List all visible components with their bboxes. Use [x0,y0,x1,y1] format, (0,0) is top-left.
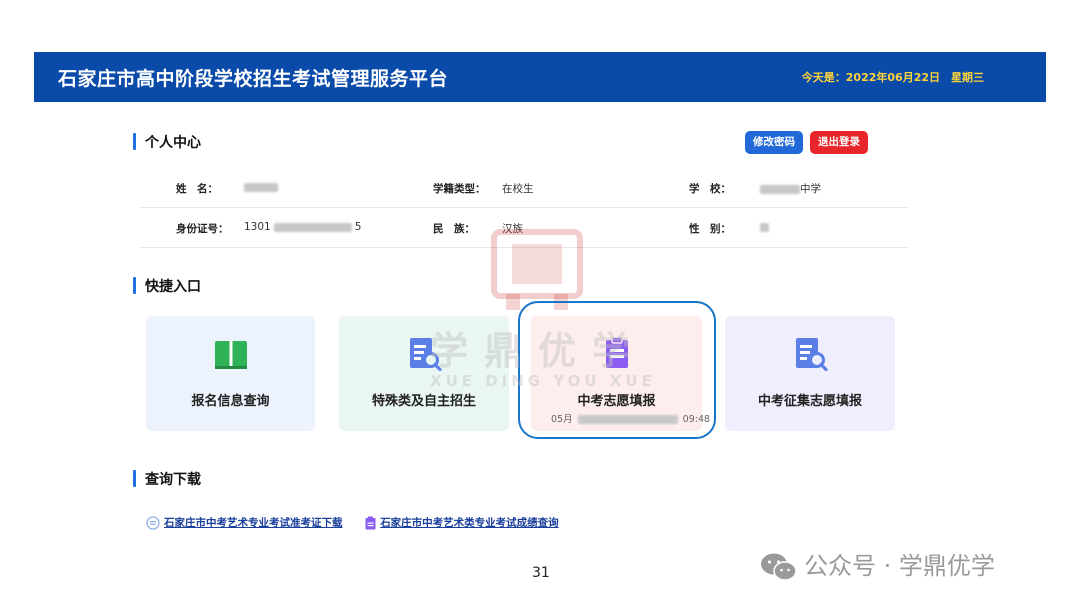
art-score-query-link[interactable]: 石家庄市中考艺术类专业考试成绩查询 [380,517,559,529]
status-value: 在校生 [502,183,534,195]
gender-label: 性 别： [689,223,731,235]
account-watermark: 公众号 · 学鼎优学 [760,546,995,582]
section-shortcuts: 快捷入口 [133,276,201,296]
id-value: 1301 5 [244,221,361,233]
page-number: 31 [532,565,550,581]
school-value: 中学 [760,181,821,196]
admission-ticket-download-link[interactable]: 石家庄市中考艺术专业考试准考证下载 [164,517,343,529]
card-label: 特殊类及自主招生 [371,394,476,409]
id-label: 身份证号： [176,223,229,235]
id-suffix: 5 [354,221,362,233]
ethnicity-label: 民 族： [433,223,475,235]
download-links: 石家庄市中考艺术专业考试准考证下载 石家庄市中考艺术类专业考试成绩查询 [146,515,559,530]
logout-button[interactable]: 退出登录 [810,131,868,154]
info-row-2: 身份证号： 1301 5 民 族： 汉族 性 别： [140,208,908,248]
card-label: 中考征集志愿填报 [757,394,862,409]
watermark-subtext: XUE DING YOU XUE [430,372,656,390]
book-icon [214,341,247,369]
id-prefix: 1301 [244,221,271,233]
certificate-icon [146,516,160,530]
section-marker [133,133,136,150]
info-row-1: 姓 名： 学籍类型： 在校生 学 校： 中学 [140,168,908,208]
platform-title: 石家庄市高中阶段学校招生考试管理服务平台 [58,68,449,90]
card-registration-query[interactable]: 报名信息查询 [146,316,315,431]
name-value [244,181,278,193]
top-header: 石家庄市高中阶段学校招生考试管理服务平台 今天是：2022年06月22日 星期三 [34,52,1046,102]
section-personal-center: 个人中心 [133,132,201,152]
watermark-text: 学鼎优学 [430,329,647,373]
document-search-icon [796,338,828,372]
change-password-button[interactable]: 修改密码 [745,131,803,154]
clipboard-icon [365,516,376,530]
card-supplementary-filing[interactable]: 中考征集志愿填报 [725,316,895,431]
gender-value [760,221,769,233]
ethnicity-value: 汉族 [502,223,523,235]
section-downloads: 查询下载 [133,469,201,489]
section-title: 快捷入口 [145,279,201,295]
section-title: 个人中心 [145,135,201,151]
school-label: 学 校： [689,183,731,195]
school-suffix: 中学 [800,183,821,195]
name-label: 姓 名： [176,183,218,195]
section-marker [133,470,136,487]
card-label: 报名信息查询 [191,394,270,409]
status-label: 学籍类型： [433,183,486,195]
wechat-icon [761,553,797,581]
section-title: 查询下载 [145,472,201,488]
current-date: 今天是：2022年06月22日 星期三 [801,71,984,84]
account-text: 公众号 · 学鼎优学 [804,552,995,580]
section-marker [133,277,136,294]
